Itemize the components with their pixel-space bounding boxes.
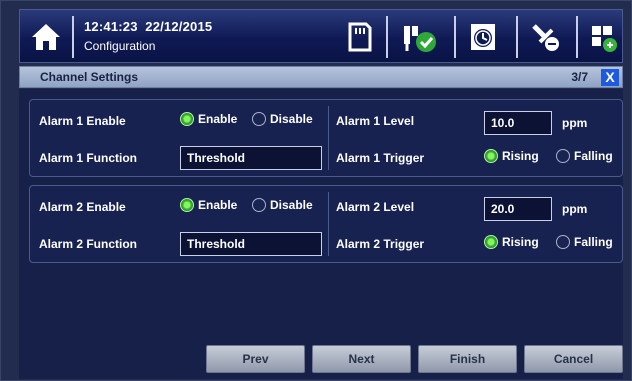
alarm-2-level-label: Alarm 2 Level: [336, 200, 415, 214]
alarm-2-rising-radio[interactable]: Rising: [484, 235, 539, 249]
cancel-button[interactable]: Cancel: [524, 345, 623, 373]
grid-settings-icon[interactable]: [586, 18, 622, 56]
finish-button[interactable]: Finish: [418, 345, 517, 373]
radio-unselected-icon: [252, 198, 266, 212]
prev-button[interactable]: Prev: [206, 345, 305, 373]
alarm-2-level-input[interactable]: 20.0: [484, 197, 552, 221]
radio-selected-icon: [180, 112, 194, 126]
alarm-1-enable-radio[interactable]: Enable: [180, 112, 237, 126]
header-separator: [386, 16, 388, 58]
header-separator: [576, 16, 578, 58]
header-separator: [454, 16, 456, 58]
sd-card-icon[interactable]: [340, 18, 378, 56]
settings-content: Alarm 1 Enable Enable Disable Alarm 1 Fu…: [19, 89, 623, 379]
window-title: Channel Settings: [40, 70, 139, 84]
screen-name: Configuration: [84, 39, 156, 53]
alarm-1-falling-radio[interactable]: Falling: [556, 149, 613, 163]
radio-unselected-icon: [556, 149, 570, 163]
header-bar: 12:41:23 22/12/2015 Configuration: [19, 9, 623, 63]
alarm-1-group: Alarm 1 Enable Enable Disable Alarm 1 Fu…: [29, 99, 623, 177]
alarm-1-level-unit: ppm: [562, 116, 588, 130]
radio-selected-icon: [180, 198, 194, 212]
alarm-1-function-field[interactable]: Threshold: [180, 146, 322, 170]
header-separator: [516, 16, 518, 58]
window-title-bar: Channel Settings 3/7 X: [19, 66, 623, 88]
close-button[interactable]: X: [601, 69, 619, 86]
column-divider: [328, 192, 329, 256]
alarm-2-function-label: Alarm 2 Function: [39, 237, 138, 251]
clock-readout: 12:41:23 22/12/2015: [84, 19, 213, 34]
alarm-2-function-field[interactable]: Threshold: [180, 232, 322, 256]
alarm-2-enable-radio[interactable]: Enable: [180, 198, 237, 212]
alarm-1-level-label: Alarm 1 Level: [336, 114, 415, 128]
alarm-2-falling-radio[interactable]: Falling: [556, 235, 613, 249]
alarm-2-enable-label: Alarm 2 Enable: [39, 200, 126, 214]
alarm-1-level-input[interactable]: 10.0: [484, 111, 552, 135]
plug-check-icon[interactable]: [398, 18, 436, 56]
column-divider: [328, 106, 329, 170]
alarm-2-level-unit: ppm: [562, 202, 588, 216]
alarm-1-trigger-label: Alarm 1 Trigger: [336, 151, 425, 165]
radio-selected-icon: [484, 235, 498, 249]
alarm-1-rising-radio[interactable]: Rising: [484, 149, 539, 163]
page-indicator: 3/7: [571, 70, 588, 84]
alarm-1-function-label: Alarm 1 Function: [39, 151, 138, 165]
alarm-2-group: Alarm 2 Enable Enable Disable Alarm 2 Fu…: [29, 185, 623, 263]
tools-icon[interactable]: [526, 18, 564, 56]
radio-unselected-icon: [252, 112, 266, 126]
alarm-1-enable-label: Alarm 1 Enable: [39, 114, 126, 128]
radio-selected-icon: [484, 149, 498, 163]
radio-unselected-icon: [556, 235, 570, 249]
alarm-2-trigger-label: Alarm 2 Trigger: [336, 237, 425, 251]
alarm-clock-icon[interactable]: [464, 18, 502, 56]
alarm-1-disable-radio[interactable]: Disable: [252, 112, 313, 126]
device-screen: 12:41:23 22/12/2015 Configuration Channe…: [0, 0, 632, 381]
alarm-2-disable-radio[interactable]: Disable: [252, 198, 313, 212]
next-button[interactable]: Next: [312, 345, 411, 373]
home-icon[interactable]: [28, 20, 64, 54]
header-separator: [72, 16, 74, 58]
